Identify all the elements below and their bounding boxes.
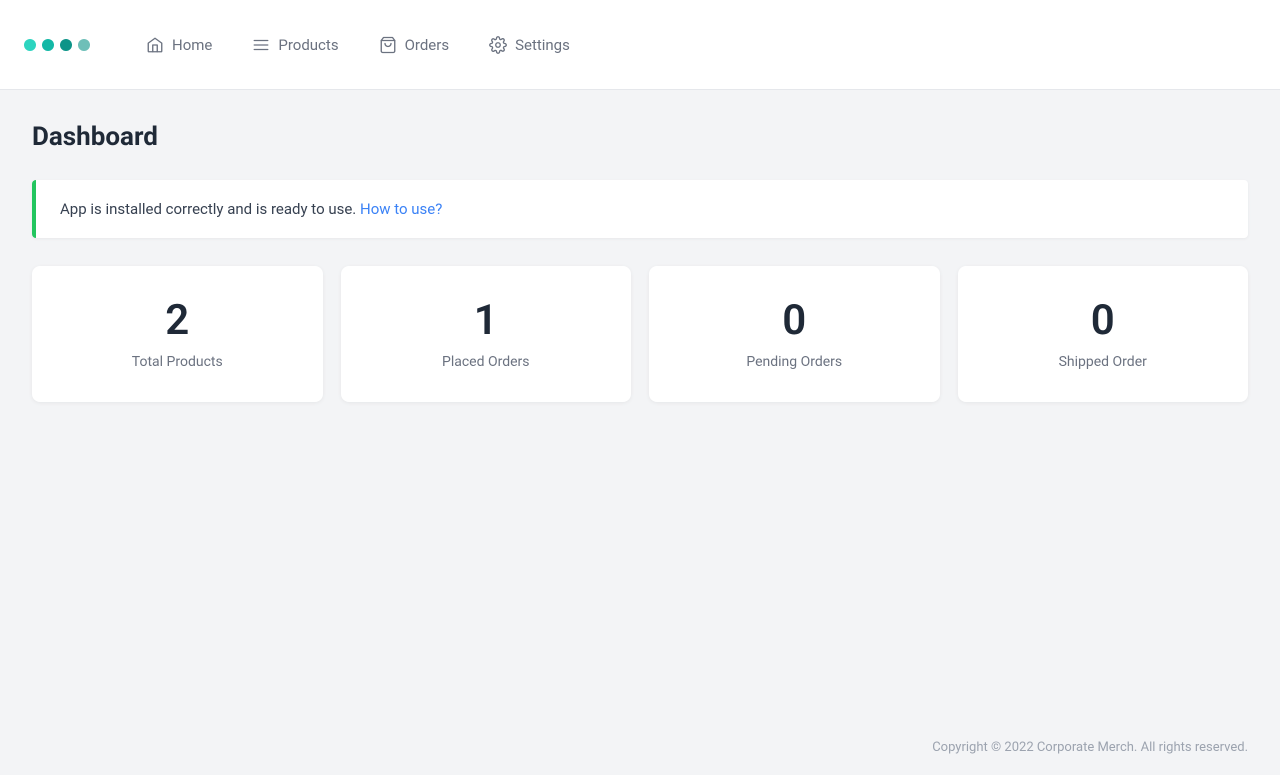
alert-link[interactable]: How to use? <box>360 200 442 218</box>
nav-label-settings: Settings <box>515 36 570 54</box>
stat-label-total-products: Total Products <box>132 354 223 370</box>
logo-dot-3 <box>60 39 72 51</box>
stat-card-total-products: 2 Total Products <box>32 266 323 402</box>
stat-card-shipped-order: 0 Shipped Order <box>958 266 1249 402</box>
nav-label-products: Products <box>278 36 338 54</box>
nav-label-orders: Orders <box>405 36 450 54</box>
nav-item-orders[interactable]: Orders <box>363 28 466 62</box>
stat-label-pending-orders: Pending Orders <box>746 354 842 370</box>
main-nav: Home Products Orders <box>130 28 586 62</box>
stat-card-placed-orders: 1 Placed Orders <box>341 266 632 402</box>
stat-card-pending-orders: 0 Pending Orders <box>649 266 940 402</box>
footer: Copyright © 2022 Corporate Merch. All ri… <box>0 720 1280 775</box>
stat-value-total-products: 2 <box>165 298 189 344</box>
list-icon <box>252 36 270 54</box>
home-icon <box>146 36 164 54</box>
stat-label-shipped-order: Shipped Order <box>1059 354 1147 370</box>
nav-item-products[interactable]: Products <box>236 28 354 62</box>
stat-value-shipped-order: 0 <box>1091 298 1115 344</box>
main-content: Dashboard App is installed correctly and… <box>0 90 1280 720</box>
nav-item-settings[interactable]: Settings <box>473 28 586 62</box>
stat-value-pending-orders: 0 <box>782 298 806 344</box>
gear-icon <box>489 36 507 54</box>
alert-banner: App is installed correctly and is ready … <box>32 180 1248 238</box>
stat-value-placed-orders: 1 <box>474 298 498 344</box>
nav-item-home[interactable]: Home <box>130 28 228 62</box>
logo-dot-4 <box>78 39 90 51</box>
nav-label-home: Home <box>172 36 212 54</box>
page-title: Dashboard <box>32 122 1248 152</box>
stats-grid: 2 Total Products 1 Placed Orders 0 Pendi… <box>32 266 1248 402</box>
header: Home Products Orders <box>0 0 1280 90</box>
logo-dot-2 <box>42 39 54 51</box>
alert-message: App is installed correctly and is ready … <box>60 200 356 218</box>
stat-label-placed-orders: Placed Orders <box>442 354 530 370</box>
logo-dot-1 <box>24 39 36 51</box>
copyright-text: Copyright © 2022 Corporate Merch. All ri… <box>932 740 1248 755</box>
logo <box>24 39 90 51</box>
cart-icon <box>379 36 397 54</box>
